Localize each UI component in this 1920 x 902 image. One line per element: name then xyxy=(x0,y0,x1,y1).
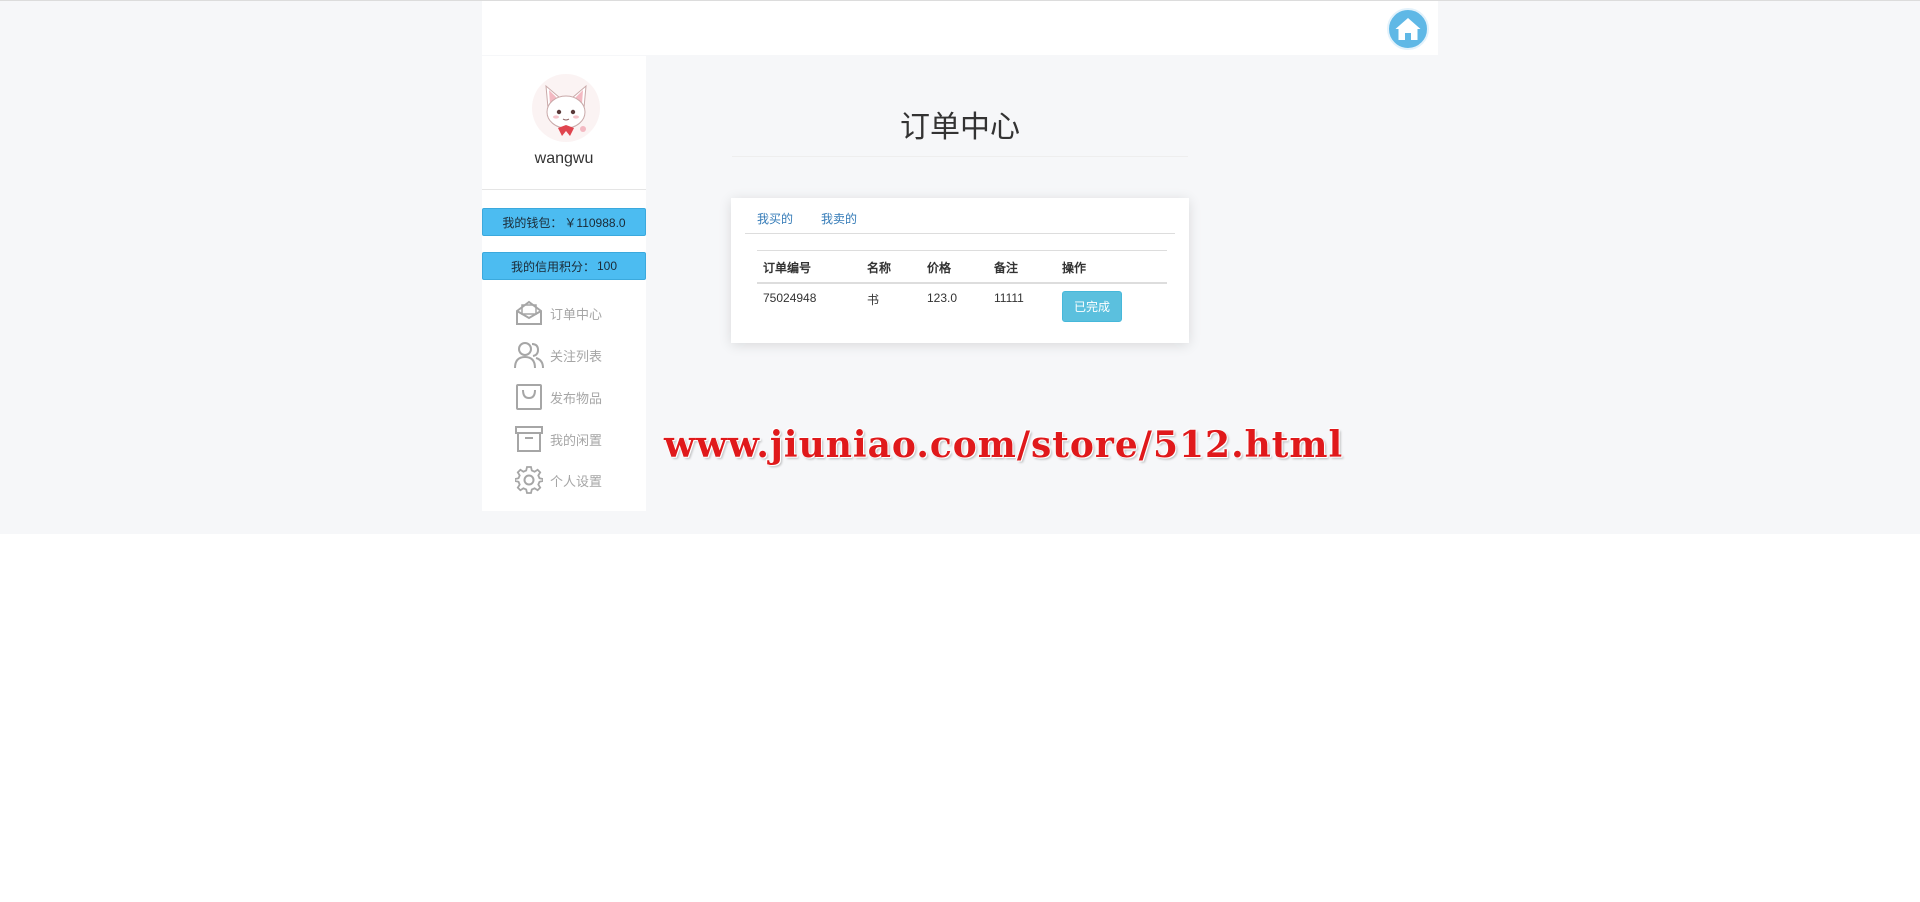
column-header: 名称 xyxy=(861,250,921,284)
orders-panel: 我买的 我卖的 订单编号 名称 价格 备注 操作 75024948 书 123.… xyxy=(731,198,1189,343)
cat-avatar xyxy=(545,84,587,136)
credit-label: 我的信用积分： xyxy=(510,259,595,274)
column-header: 操作 xyxy=(1056,250,1167,284)
tab-bought[interactable]: 我买的 xyxy=(757,210,793,227)
sidebar-item-label: 订单中心 xyxy=(550,306,603,322)
shopping-bag-icon xyxy=(514,382,544,412)
order-tabs: 我买的 我卖的 xyxy=(745,198,1175,234)
column-header: 订单编号 xyxy=(757,250,861,284)
sidebar-divider xyxy=(482,189,646,190)
archive-box-icon xyxy=(514,424,544,454)
price-cell: 123.0 xyxy=(927,291,958,305)
completed-button[interactable]: 已完成 xyxy=(1062,291,1123,322)
sidebar-item-label: 我的闲置 xyxy=(550,432,603,448)
wallet-value: ￥110988.0 xyxy=(564,215,626,230)
sidebar-item-follows[interactable]: 关注列表 xyxy=(514,338,634,372)
users-icon xyxy=(514,340,544,370)
credit-value: 100 xyxy=(596,259,618,273)
credit-score-button[interactable]: 我的信用积分： 100 xyxy=(482,252,646,280)
page-title: 订单中心 xyxy=(900,111,1020,144)
home-button[interactable] xyxy=(1387,8,1429,50)
column-header: 价格 xyxy=(921,250,988,284)
tab-sold[interactable]: 我卖的 xyxy=(821,210,857,227)
sidebar: wangwu 我的钱包： ￥110988.0 我的信用积分： 100 订单中心 关注… xyxy=(482,56,646,511)
action-cell: 已完成 xyxy=(1056,283,1167,330)
mail-open-icon xyxy=(514,298,544,328)
remark-cell: 11111 xyxy=(994,291,1024,305)
sidebar-item-label: 关注列表 xyxy=(550,348,603,364)
orders-table: 订单编号 名称 价格 备注 操作 75024948 书 123.0 11111 … xyxy=(757,250,1167,330)
table-header-row: 订单编号 名称 价格 备注 操作 xyxy=(757,250,1167,284)
sidebar-item-publish[interactable]: 发布物品 xyxy=(514,380,634,414)
wallet-button[interactable]: 我的钱包： ￥110988.0 xyxy=(482,208,646,236)
avatar[interactable] xyxy=(532,74,600,142)
table-row: 75024948 书 123.0 11111 已完成 xyxy=(757,283,1167,330)
top-bar xyxy=(482,1,1438,55)
sidebar-item-settings[interactable]: 个人设置 xyxy=(514,463,634,497)
home-icon xyxy=(1395,18,1421,40)
order-id-cell: 75024948 xyxy=(763,291,817,305)
gear-icon xyxy=(514,465,544,495)
sidebar-item-label: 个人设置 xyxy=(550,473,603,489)
sidebar-item-label: 发布物品 xyxy=(550,390,603,406)
column-header: 备注 xyxy=(988,250,1056,284)
item-name-cell: 书 xyxy=(867,293,880,307)
sidebar-item-idle[interactable]: 我的闲置 xyxy=(514,422,634,456)
watermark: www.jiuniao.com/store/512.html xyxy=(664,424,1344,466)
sidebar-item-orders[interactable]: 订单中心 xyxy=(514,296,634,330)
wallet-label: 我的钱包： xyxy=(502,215,563,230)
username: wangwu xyxy=(534,150,594,167)
title-divider xyxy=(732,156,1188,157)
